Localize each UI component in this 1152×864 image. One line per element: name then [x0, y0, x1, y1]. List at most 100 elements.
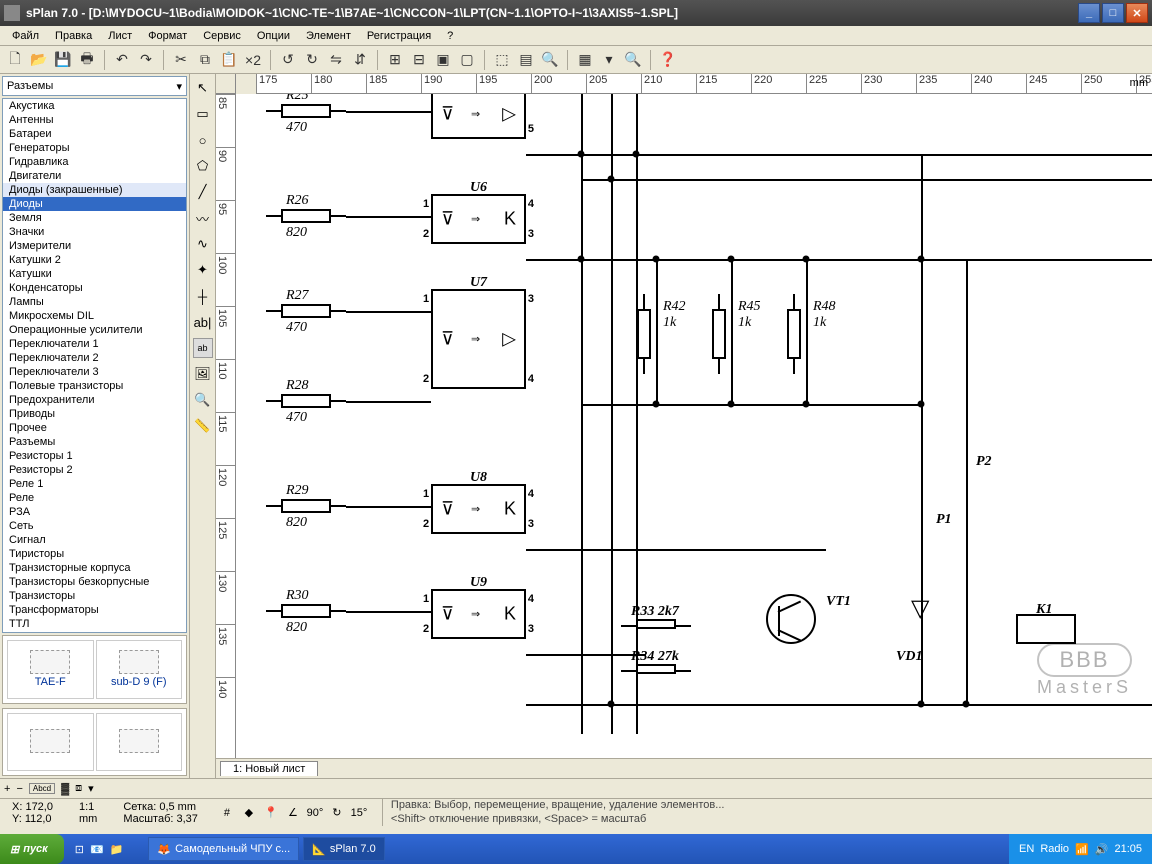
ic-component[interactable]: U6⊽⇒K1243 — [431, 194, 526, 244]
dropdown-icon[interactable]: ▾ — [598, 49, 620, 71]
component-item[interactable] — [7, 713, 94, 772]
relay-component[interactable] — [1016, 614, 1076, 644]
category-item[interactable]: Катушки — [3, 267, 186, 281]
resistor-component[interactable]: R27470 — [281, 304, 331, 318]
save-icon[interactable]: 💾 — [52, 49, 74, 71]
grid-icon[interactable]: ▦ — [574, 49, 596, 71]
curve-tool-icon[interactable]: 〰 — [193, 208, 213, 228]
flip-h-icon[interactable]: ⇋ — [325, 49, 347, 71]
component-item[interactable]: sub-D 9 (F) — [96, 640, 183, 699]
list-icon[interactable]: ▤ — [515, 49, 537, 71]
sheet-tab[interactable]: 1: Новый лист — [220, 761, 318, 776]
category-item[interactable]: Акустика — [3, 99, 186, 113]
diode-component[interactable]: ▽ — [911, 594, 929, 623]
category-item[interactable]: Полевые транзисторы — [3, 379, 186, 393]
category-item[interactable]: Диоды — [3, 197, 186, 211]
category-item[interactable]: Транзисторные корпуса — [3, 561, 186, 575]
taskbar-item[interactable]: 🦊Самодельный ЧПУ с... — [148, 837, 299, 861]
resistor-component[interactable]: R25470 — [281, 104, 331, 118]
category-list[interactable]: АкустикаАнтенныБатареиГенераторыГидравли… — [2, 98, 187, 633]
category-item[interactable]: Установочные — [3, 631, 186, 633]
resistor-component[interactable] — [787, 309, 801, 359]
volume-icon[interactable]: 🔊 — [1095, 843, 1109, 856]
circle-tool-icon[interactable]: ○ — [193, 130, 213, 150]
duplicate-icon[interactable]: ×2 — [242, 49, 264, 71]
clock[interactable]: 21:05 — [1114, 843, 1142, 855]
category-item[interactable]: Батареи — [3, 127, 186, 141]
category-item[interactable]: Транзисторы безкорпусные — [3, 575, 186, 589]
menu-item[interactable]: ? — [439, 28, 461, 44]
category-item[interactable]: РЗА — [3, 505, 186, 519]
transistor-component[interactable] — [766, 594, 816, 644]
category-item[interactable]: ТТЛ — [3, 617, 186, 631]
network-icon[interactable]: 📶 — [1075, 843, 1089, 856]
category-combo[interactable]: Разъемы ▾ — [2, 76, 187, 96]
category-item[interactable]: Разъемы — [3, 435, 186, 449]
zoom-tool-icon[interactable]: 🔍 — [193, 390, 213, 410]
component-item[interactable]: TAE-F — [7, 640, 94, 699]
resistor-component[interactable] — [712, 309, 726, 359]
category-item[interactable]: Гидравлика — [3, 155, 186, 169]
quicklaunch-icon[interactable]: 📧 — [90, 843, 104, 856]
component-item[interactable] — [96, 713, 183, 772]
open-icon[interactable]: 📂 — [28, 49, 50, 71]
category-item[interactable]: Переключатели 1 — [3, 337, 186, 351]
plus-icon[interactable]: + — [4, 783, 10, 795]
help-icon[interactable]: ❓ — [657, 49, 679, 71]
zoom-icon[interactable]: 🔍 — [622, 49, 644, 71]
minus-icon[interactable]: − — [16, 783, 22, 795]
category-item[interactable]: Переключатели 3 — [3, 365, 186, 379]
rect-tool-icon[interactable]: ▭ — [193, 104, 213, 124]
merge-icon[interactable]: ⧈ — [75, 782, 82, 795]
rotate-left-icon[interactable]: ↺ — [277, 49, 299, 71]
radio-label[interactable]: Radio — [1040, 843, 1069, 855]
image-tool-icon[interactable]: 🖼 — [193, 364, 213, 384]
text-tool-icon[interactable]: ab| — [193, 312, 213, 332]
group-icon[interactable]: ⊞ — [384, 49, 406, 71]
copy-icon[interactable]: ⧉ — [194, 49, 216, 71]
resistor-component[interactable]: R28470 — [281, 394, 331, 408]
minimize-button[interactable]: _ — [1078, 3, 1100, 23]
category-item[interactable]: Двигатели — [3, 169, 186, 183]
redo-icon[interactable]: ↷ — [135, 49, 157, 71]
print-icon[interactable]: 🖶 — [76, 49, 98, 71]
category-item[interactable]: Сигнал — [3, 533, 186, 547]
abcd-icon[interactable]: Abcd — [29, 783, 55, 794]
ungroup-icon[interactable]: ⊟ — [408, 49, 430, 71]
menu-item[interactable]: Файл — [4, 28, 47, 44]
ic-component[interactable]: U7⊽⇒▷1234 — [431, 289, 526, 389]
maximize-button[interactable]: □ — [1102, 3, 1124, 23]
menu-item[interactable]: Опции — [249, 28, 298, 44]
category-item[interactable]: Тиристоры — [3, 547, 186, 561]
chevron-down-icon[interactable]: ▾ — [88, 782, 94, 795]
menu-item[interactable]: Элемент — [298, 28, 359, 44]
category-item[interactable]: Сеть — [3, 519, 186, 533]
category-item[interactable]: Катушки 2 — [3, 253, 186, 267]
grid-toggle-icon[interactable]: # — [218, 804, 236, 822]
category-item[interactable]: Измерители — [3, 239, 186, 253]
menu-item[interactable]: Сервис — [195, 28, 249, 44]
measure-tool-icon[interactable]: 📏 — [193, 416, 213, 436]
wire-tool-icon[interactable]: ┼ — [193, 286, 213, 306]
category-item[interactable]: Приводы — [3, 407, 186, 421]
category-item[interactable]: Конденсаторы — [3, 281, 186, 295]
category-item[interactable]: Резисторы 2 — [3, 463, 186, 477]
snap-icon[interactable]: ◆ — [240, 804, 258, 822]
undo-icon[interactable]: ↶ — [111, 49, 133, 71]
menu-item[interactable]: Лист — [100, 28, 140, 44]
category-item[interactable]: Реле 1 — [3, 477, 186, 491]
paste-icon[interactable]: 📋 — [218, 49, 240, 71]
category-item[interactable]: Переключатели 2 — [3, 351, 186, 365]
lang-indicator[interactable]: EN — [1019, 843, 1034, 855]
category-item[interactable]: Диоды (закрашенные) — [3, 183, 186, 197]
color-icon[interactable]: ▓ — [61, 783, 69, 795]
category-item[interactable]: Генераторы — [3, 141, 186, 155]
cut-icon[interactable]: ✂ — [170, 49, 192, 71]
schematic-canvas[interactable]: BBB MasterS R25470R26820R27470R28470R298… — [236, 94, 1152, 758]
menu-item[interactable]: Правка — [47, 28, 100, 44]
front-icon[interactable]: ▣ — [432, 49, 454, 71]
node-tool-icon[interactable]: ✦ — [193, 260, 213, 280]
quicklaunch-icon[interactable]: 📁 — [110, 843, 124, 856]
angle-icon[interactable]: ∠ — [284, 804, 302, 822]
category-item[interactable]: Транзисторы — [3, 589, 186, 603]
